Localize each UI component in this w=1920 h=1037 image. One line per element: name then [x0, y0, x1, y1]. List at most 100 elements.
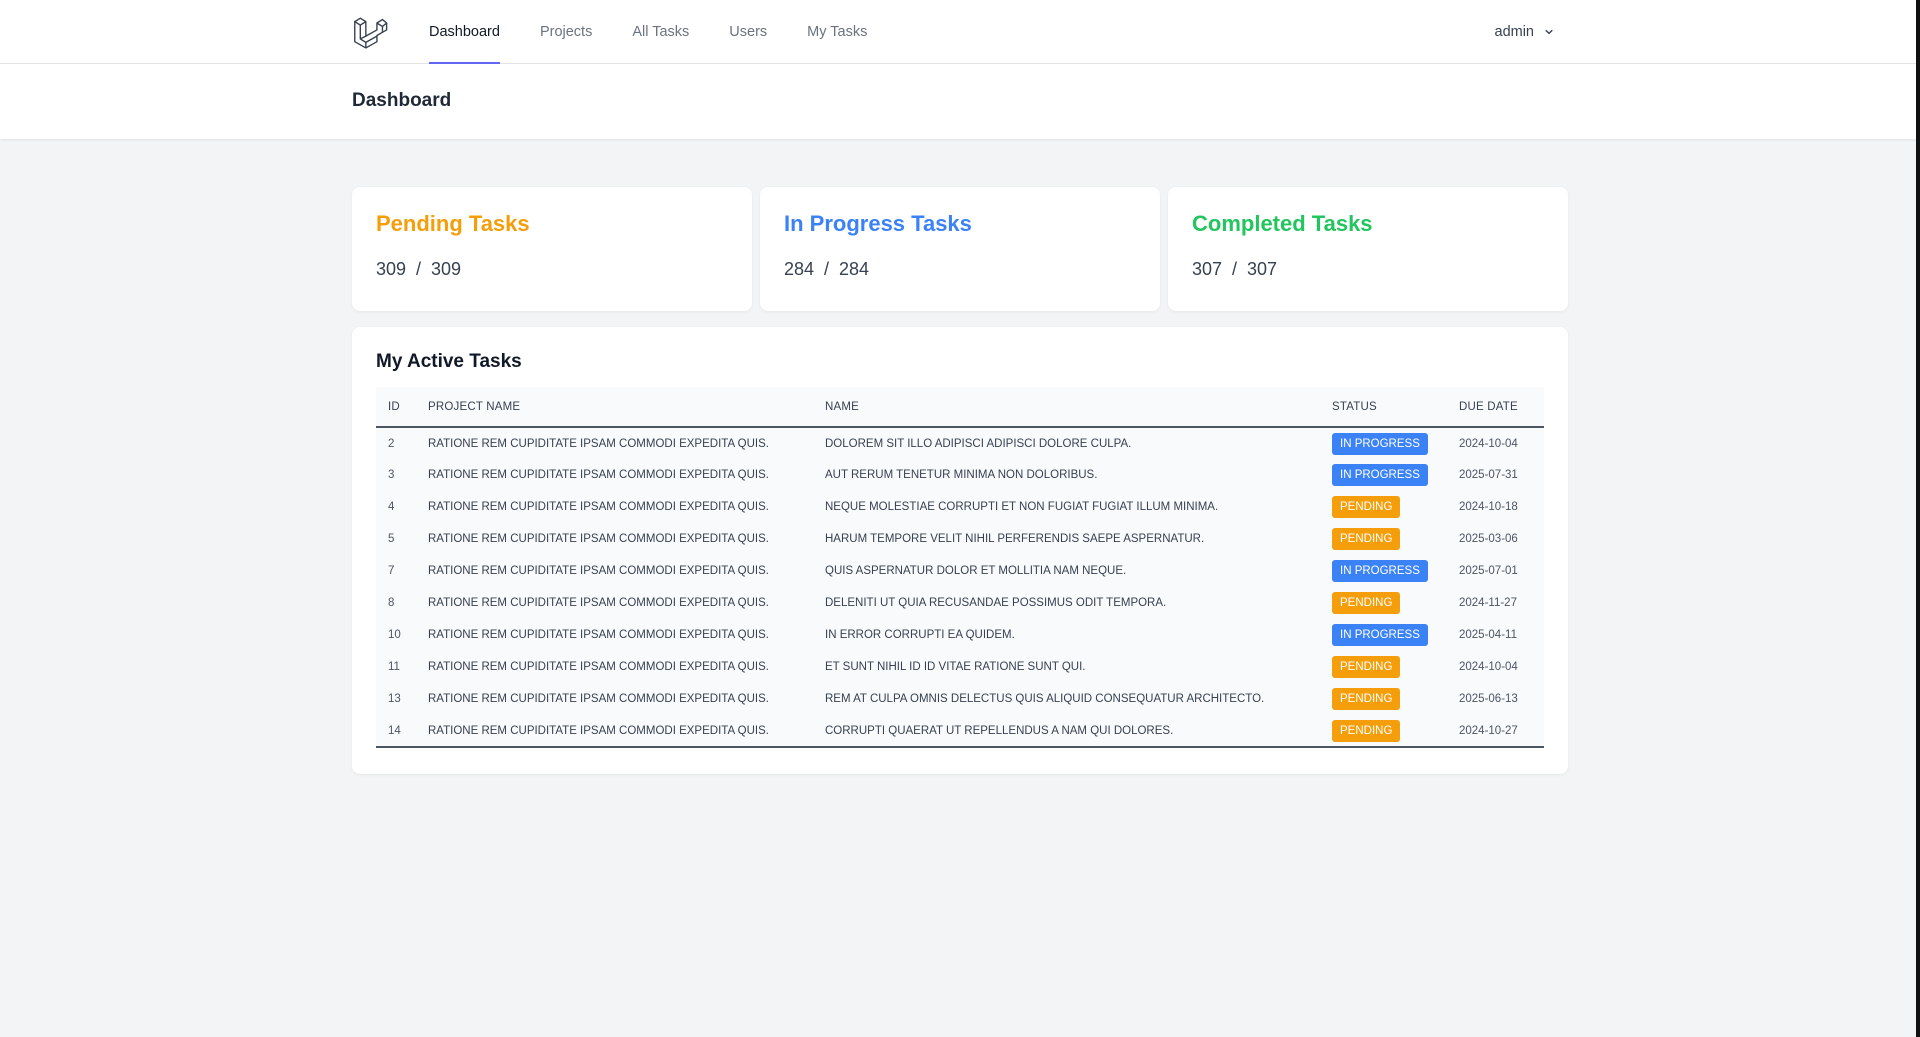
- task-id: 14: [388, 724, 401, 737]
- stat-title: Pending Tasks: [376, 211, 530, 236]
- project-name: Ratione rem cupiditate ipsam commodi exp…: [428, 597, 769, 609]
- status-badge: Pending: [1332, 656, 1401, 678]
- status-badge: Pending: [1332, 592, 1401, 614]
- task-id: 8: [388, 597, 395, 609]
- status-badge: In Progress: [1332, 432, 1428, 455]
- table-body: 2 Ratione rem cupiditate ipsam commodi ex…: [376, 427, 1544, 747]
- task-name: In error corrupti ea quidem.: [825, 629, 1015, 641]
- table-row[interactable]: 7 Ratione rem cupiditate ipsam commodi ex…: [376, 555, 1544, 587]
- due-date: 2025-04-11: [1459, 629, 1517, 641]
- status-cell: In Progress: [1320, 427, 1447, 459]
- table-row[interactable]: 4 Ratione rem cupiditate ipsam commodi ex…: [376, 491, 1544, 523]
- column-header-project-name: PROJECT NAME: [428, 400, 521, 413]
- due-date: 2025-03-06: [1459, 533, 1518, 545]
- task-id: 13: [388, 693, 401, 705]
- stat-card-pending-tasks: Pending Tasks 309 / 309: [352, 187, 752, 311]
- status-badge: Pending: [1332, 688, 1401, 710]
- user-menu-dropdown[interactable]: admin: [1495, 0, 1557, 64]
- nav-link-all-tasks[interactable]: All Tasks: [632, 0, 689, 64]
- status-cell: Pending: [1320, 523, 1447, 555]
- due-date: 2025-07-31: [1459, 469, 1518, 481]
- status-cell: In Progress: [1320, 619, 1447, 651]
- nav-link-users[interactable]: Users: [729, 0, 767, 64]
- nav-link-projects[interactable]: Projects: [540, 0, 592, 64]
- table-row[interactable]: 13 Ratione rem cupiditate ipsam commodi e…: [376, 683, 1544, 715]
- project-name: Ratione rem cupiditate ipsam commodi exp…: [428, 501, 769, 513]
- nav-link-dashboard[interactable]: Dashboard: [429, 0, 500, 64]
- task-id: 11: [388, 661, 400, 673]
- table-header-row: ID PROJECT NAME NAME STATUS DUE DATE: [376, 387, 1544, 427]
- due-date: 2025-06-13: [1459, 693, 1518, 705]
- column-header-due-date: DUE DATE: [1459, 400, 1518, 413]
- nav-links: Dashboard Projects All Tasks Users My Tasks: [429, 0, 907, 64]
- table-row[interactable]: 11 Ratione rem cupiditate ipsam commodi e…: [376, 651, 1544, 683]
- project-name: Ratione rem cupiditate ipsam commodi exp…: [428, 469, 769, 481]
- due-date: 2024-10-04: [1459, 661, 1518, 673]
- status-cell: Pending: [1320, 715, 1447, 747]
- table-row[interactable]: 10 Ratione rem cupiditate ipsam commodi e…: [376, 619, 1544, 651]
- table-row[interactable]: 8 Ratione rem cupiditate ipsam commodi ex…: [376, 587, 1544, 619]
- stat-card-in-progress-tasks: In Progress Tasks 284 / 284: [760, 187, 1160, 311]
- active-tasks-title: My Active Tasks: [376, 351, 522, 372]
- laravel-logo-icon: [354, 17, 388, 49]
- task-name: Dolorem sit illo adipisci adipisci dolor…: [825, 437, 1132, 450]
- due-date: 2024-10-27: [1459, 724, 1518, 737]
- app-logo[interactable]: [352, 0, 429, 64]
- task-id: 5: [388, 533, 395, 545]
- project-name: Ratione rem cupiditate ipsam commodi exp…: [428, 724, 769, 737]
- table-row[interactable]: 14 Ratione rem cupiditate ipsam commodi e…: [376, 715, 1544, 747]
- status-cell: In Progress: [1320, 555, 1447, 587]
- task-id: 2: [388, 437, 395, 450]
- stat-value: 307 / 307: [1192, 259, 1278, 279]
- stat-card-completed-tasks: Completed Tasks 307 / 307: [1168, 187, 1568, 311]
- task-name: Aut rerum tenetur minima non doloribus.: [825, 469, 1098, 481]
- nav-link-my-tasks[interactable]: My Tasks: [807, 0, 867, 64]
- due-date: 2025-07-01: [1459, 565, 1518, 577]
- status-badge: In Progress: [1332, 624, 1428, 646]
- due-date: 2024-10-18: [1459, 501, 1518, 513]
- column-header-name: NAME: [825, 400, 860, 413]
- project-name: Ratione rem cupiditate ipsam commodi exp…: [428, 533, 769, 545]
- task-id: 4: [388, 501, 395, 513]
- main-content: Pending Tasks 309 / 309 In Progress Tasks 2…: [352, 139, 1568, 774]
- status-cell: In Progress: [1320, 459, 1447, 491]
- task-id: 10: [388, 629, 401, 641]
- project-name: Ratione rem cupiditate ipsam commodi exp…: [428, 629, 769, 641]
- project-name: Ratione rem cupiditate ipsam commodi exp…: [428, 565, 769, 577]
- project-name: Ratione rem cupiditate ipsam commodi exp…: [428, 693, 769, 705]
- page-header: Dashboard: [0, 64, 1920, 139]
- due-date: 2024-11-27: [1459, 597, 1517, 609]
- task-name: Corrupti quaerat ut repellendus a nam qu…: [825, 724, 1174, 737]
- status-badge: In Progress: [1332, 464, 1428, 486]
- stat-value: 309 / 309: [376, 259, 462, 279]
- window-edge: [1916, 0, 1920, 1037]
- stat-value: 284 / 284: [784, 259, 870, 279]
- task-name: Rem at culpa omnis delectus quis aliquid…: [825, 693, 1265, 705]
- task-name: Et sunt nihil id id vitae ratione sunt q…: [825, 661, 1086, 673]
- status-badge: Pending: [1332, 496, 1401, 518]
- status-badge: In Progress: [1332, 560, 1428, 582]
- column-header-id: ID: [388, 400, 400, 413]
- table-row[interactable]: 3 Ratione rem cupiditate ipsam commodi ex…: [376, 459, 1544, 491]
- active-tasks-table: ID PROJECT NAME NAME STATUS DUE DATE 2 Ration…: [376, 387, 1544, 748]
- task-name: Harum tempore velit nihil perferendis sa…: [825, 533, 1205, 545]
- active-tasks-panel: My Active Tasks ID PROJECT NAME NAME STATUS…: [352, 327, 1568, 774]
- project-name: Ratione rem cupiditate ipsam commodi exp…: [428, 437, 769, 450]
- status-badge: Pending: [1332, 719, 1401, 742]
- page-title: Dashboard: [352, 90, 452, 111]
- status-cell: Pending: [1320, 651, 1447, 683]
- task-id: 7: [388, 565, 395, 577]
- task-name: Quis aspernatur dolor et mollitia nam ne…: [825, 565, 1127, 577]
- status-cell: Pending: [1320, 683, 1447, 715]
- due-date: 2024-10-04: [1459, 437, 1518, 450]
- task-id: 3: [388, 469, 395, 481]
- task-name: Neque molestiae corrupti et non fugiat f…: [825, 501, 1219, 513]
- table-row[interactable]: 5 Ratione rem cupiditate ipsam commodi ex…: [376, 523, 1544, 555]
- status-cell: Pending: [1320, 587, 1447, 619]
- user-name: admin: [1494, 24, 1535, 40]
- project-name: Ratione rem cupiditate ipsam commodi exp…: [428, 661, 769, 673]
- top-navigation: Dashboard Projects All Tasks Users My Tasks …: [0, 0, 1920, 64]
- stat-title: In Progress Tasks: [784, 211, 972, 236]
- table-row[interactable]: 2 Ratione rem cupiditate ipsam commodi ex…: [376, 427, 1544, 459]
- task-name: Deleniti ut quia recusandae possimus odi…: [825, 597, 1167, 609]
